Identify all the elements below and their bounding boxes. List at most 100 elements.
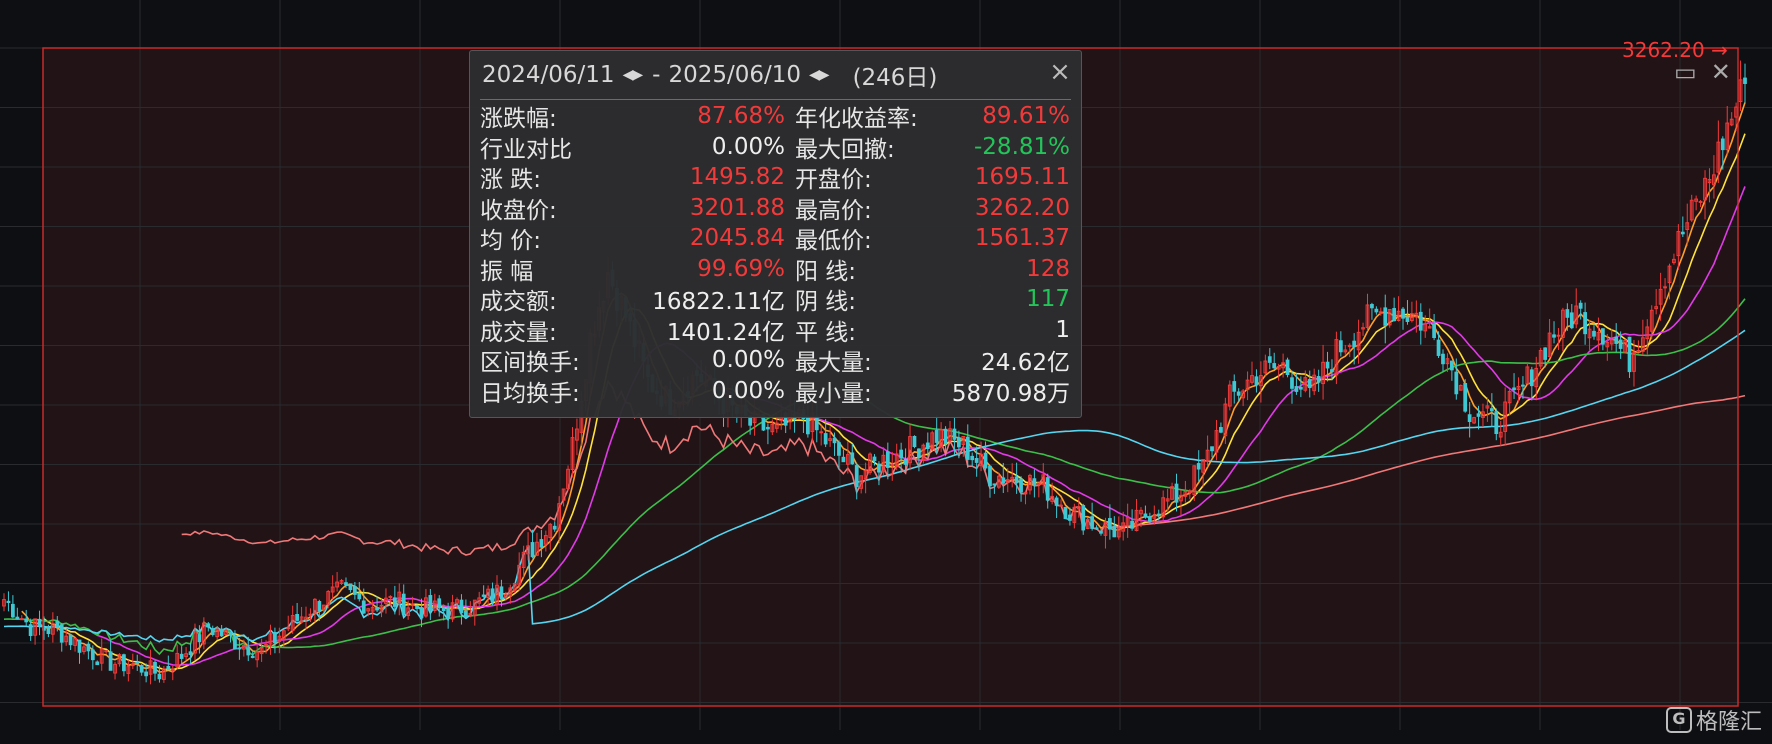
maximize-icon[interactable]: ▭ bbox=[1674, 58, 1697, 86]
stat-value: 0.00% bbox=[711, 377, 785, 404]
candle-body bbox=[24, 618, 29, 623]
candle-body bbox=[6, 600, 11, 604]
interval-stats-panel: 2024/06/11 ◀▶ - 2025/06/10 ◀▶ (246日) × 涨… bbox=[469, 50, 1082, 418]
candle-body bbox=[988, 465, 992, 487]
candle-body bbox=[1001, 477, 1006, 484]
candle-body bbox=[46, 627, 51, 634]
candle-body bbox=[352, 586, 357, 595]
candle-body bbox=[1254, 376, 1259, 386]
close-chart-icon[interactable]: ✕ bbox=[1711, 58, 1731, 86]
candle-body bbox=[295, 613, 300, 621]
candle-body bbox=[28, 624, 33, 637]
candle-body bbox=[1059, 504, 1063, 507]
start-date-stepper-icon[interactable]: ◀▶ bbox=[623, 67, 644, 83]
end-date[interactable]: 2025/06/10 bbox=[668, 62, 801, 88]
candle-body bbox=[1094, 527, 1099, 530]
candle-body bbox=[1569, 312, 1574, 329]
candle-body bbox=[246, 647, 251, 656]
stat-value: 1 bbox=[1055, 316, 1070, 343]
candle-body bbox=[806, 416, 810, 435]
candle-body bbox=[1099, 530, 1103, 534]
candle-body bbox=[1294, 386, 1299, 392]
candle-body bbox=[1196, 463, 1201, 470]
candle-body bbox=[912, 435, 917, 447]
stats-row: 均 价: 2045.84 最低价: 1561.37 bbox=[480, 223, 1070, 254]
candle-body bbox=[1401, 308, 1405, 319]
candle-body bbox=[59, 624, 64, 643]
stats-row: 涨跌幅: 87.68% 年化收益率: 89.61% bbox=[480, 101, 1070, 132]
end-date-stepper-icon[interactable]: ◀▶ bbox=[809, 67, 830, 83]
candle-body bbox=[1014, 476, 1019, 484]
stats-row: 成交量: 1401.24亿平 线: 1 bbox=[480, 315, 1070, 346]
candle-body bbox=[957, 437, 961, 448]
candle-body bbox=[1556, 334, 1561, 337]
candle-body bbox=[1112, 525, 1117, 538]
candle-body bbox=[344, 582, 348, 586]
candle-body bbox=[357, 592, 362, 600]
candle-body bbox=[850, 452, 855, 465]
stats-row: 区间换手: 0.00% 最大量: 24.62亿 bbox=[480, 345, 1070, 376]
candle-body bbox=[872, 456, 877, 462]
stat-value: -28.81% bbox=[974, 133, 1070, 160]
stat-label: 成交量: bbox=[480, 319, 557, 346]
candle-body bbox=[1147, 516, 1152, 522]
stat-value: 87.68% bbox=[697, 103, 785, 130]
candle-body bbox=[459, 599, 464, 614]
candle-body bbox=[1174, 483, 1179, 503]
candle-body bbox=[925, 442, 930, 450]
candle-body bbox=[68, 634, 73, 646]
stat-value: 1495.82 bbox=[689, 164, 785, 191]
candle-body bbox=[122, 654, 126, 672]
candle-body bbox=[917, 448, 921, 458]
candle-body bbox=[970, 455, 975, 461]
stat-value: 2045.84 bbox=[689, 225, 785, 252]
candle-body bbox=[1352, 340, 1357, 348]
interval-days: (246日) bbox=[852, 65, 938, 91]
candle-body bbox=[179, 653, 184, 659]
candle-body bbox=[1614, 336, 1619, 344]
candle-body bbox=[1627, 336, 1632, 373]
candle-body bbox=[877, 463, 881, 473]
candle-body bbox=[1592, 330, 1596, 337]
candle-body bbox=[952, 428, 957, 440]
candle-body bbox=[1298, 386, 1303, 390]
candle-body bbox=[1543, 347, 1548, 360]
candle-body bbox=[974, 458, 979, 463]
watermark: G 格隆汇 bbox=[1665, 704, 1762, 736]
candle-body bbox=[832, 437, 837, 444]
candle-body bbox=[1054, 497, 1059, 506]
close-icon[interactable]: × bbox=[1047, 59, 1073, 85]
candle-body bbox=[1663, 286, 1667, 289]
stats-row: 成交额: 16822.11亿阴 线: 117 bbox=[480, 284, 1070, 315]
candle-body bbox=[1698, 200, 1703, 203]
start-date[interactable]: 2024/06/11 bbox=[482, 62, 615, 88]
stat-value: 1401.24亿 bbox=[666, 319, 785, 346]
candle-body bbox=[1156, 513, 1161, 516]
candle-body bbox=[1565, 309, 1570, 318]
candle-body bbox=[841, 456, 846, 463]
candle-body bbox=[1720, 138, 1725, 151]
candle-body bbox=[108, 651, 113, 671]
candle-body bbox=[1432, 323, 1436, 339]
interval-header: 2024/06/11 ◀▶ - 2025/06/10 ◀▶ (246日) bbox=[482, 55, 1031, 95]
candle-body bbox=[401, 593, 406, 616]
candle-body bbox=[1267, 356, 1272, 363]
candle-body bbox=[446, 607, 451, 619]
stat-label: 均 价: bbox=[480, 228, 542, 255]
stat-label: 日均换手: bbox=[480, 380, 580, 407]
candle-body bbox=[206, 623, 211, 628]
candle-body bbox=[1032, 478, 1037, 485]
candle-body bbox=[135, 661, 140, 664]
candle-body bbox=[237, 647, 242, 650]
candle-body bbox=[1374, 308, 1379, 313]
candle-body bbox=[1383, 307, 1388, 326]
candle-body bbox=[1219, 427, 1223, 433]
candle-body bbox=[1370, 304, 1374, 309]
stat-label: 阳 线: bbox=[795, 258, 857, 285]
stat-label: 阴 线: bbox=[795, 289, 857, 316]
candle-body bbox=[317, 601, 322, 612]
candle-body bbox=[250, 655, 255, 659]
logo-icon: G bbox=[1665, 707, 1692, 733]
candle-body bbox=[233, 635, 237, 650]
candle-body bbox=[375, 607, 379, 611]
